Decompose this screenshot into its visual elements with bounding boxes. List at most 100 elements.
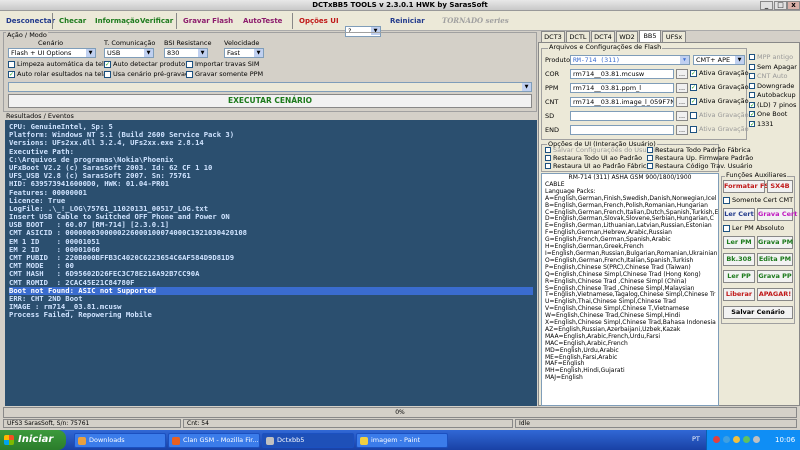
log-line: Boot not Found: ASIC not Supported xyxy=(9,286,533,295)
checkbox-box xyxy=(723,224,730,232)
cenario-select[interactable]: Flash + UI Options ▼ xyxy=(8,48,96,58)
ativa-gravacao-checkbox[interactable]: Ativa Gravação xyxy=(690,125,749,134)
liberar-button[interactable]: Liberar xyxy=(723,288,755,301)
file-path-input[interactable] xyxy=(570,125,674,135)
tab-ufsx[interactable]: UFSx xyxy=(662,31,686,42)
browse-button[interactable]: ... xyxy=(676,111,688,121)
option-checkbox[interactable]: MPP antigo xyxy=(749,53,793,62)
arquivos-title: Arquivos e Configurações de Flash xyxy=(548,43,663,51)
option-checkbox[interactable]: Downgrade xyxy=(749,82,794,91)
tab-wd2[interactable]: WD2 xyxy=(616,31,638,42)
task-paint[interactable]: imagem - Paint xyxy=(356,433,448,448)
acao-modo-title: Ação / Modo xyxy=(6,31,48,39)
browse-button[interactable]: ... xyxy=(676,125,688,135)
opcoes-ui-button[interactable]: Opções UI xyxy=(297,14,341,28)
chevron-down-icon: ▼ xyxy=(86,49,95,57)
option-label: Autobackup xyxy=(757,91,796,99)
velocidade-label: Velocidade xyxy=(224,39,260,47)
maximize-icon[interactable]: □ xyxy=(774,1,787,10)
cmt-select[interactable]: CMT+ APE ▼ xyxy=(693,55,745,65)
executar-cenario-button[interactable]: EXECUTAR CENÁRIO xyxy=(8,94,532,108)
usa-cenario-checkbox[interactable]: Usa cenário pré-gravado xyxy=(104,70,193,79)
produto-select[interactable]: RM-714 (311) ▼ xyxy=(570,55,690,65)
browse-button[interactable]: ... xyxy=(676,97,688,107)
ler-pp-button[interactable]: Ler PP xyxy=(723,270,755,283)
informacao-button[interactable]: Informação xyxy=(93,14,142,28)
ui-option-checkbox[interactable]: Restaura UI ao Padrão Fábrica xyxy=(545,162,650,170)
file-path-input[interactable]: rm714__03.81.image_l_059F7N2 xyxy=(570,97,674,107)
bk308-button[interactable]: Bk.308 xyxy=(723,253,755,266)
ativa-gravacao-checkbox[interactable]: Ativa Gravação xyxy=(690,111,749,120)
task-downloads[interactable]: Downloads xyxy=(74,433,166,448)
formatar-fs-button[interactable]: Formatar FS xyxy=(723,180,769,193)
bsi-select[interactable]: 830 ▼ xyxy=(164,48,208,58)
file-path-input[interactable]: rm714__03.81.ppm_l xyxy=(570,83,674,93)
browse-button[interactable]: ... xyxy=(676,69,688,79)
ui-option-checkbox[interactable]: Restaura Up. Firmware Padrão xyxy=(647,154,753,162)
tab-dct3[interactable]: DCT3 xyxy=(541,31,565,42)
option-checkbox[interactable]: ✓ 1331 xyxy=(749,120,774,129)
ui-option-checkbox[interactable]: Restaura Todo UI ao Padrão xyxy=(545,154,642,162)
desconectar-button[interactable]: Desconectar xyxy=(4,14,57,28)
ui-option-checkbox[interactable]: Salvar Configurações do Usuário xyxy=(545,146,659,154)
ler-pm-absoluto-checkbox[interactable]: Ler PM Absoluto xyxy=(723,224,784,233)
ui-option-checkbox[interactable]: Restaura Todo Padrão Fábrica xyxy=(647,146,751,154)
start-button[interactable]: Iniciar xyxy=(0,430,66,450)
tab-bb5[interactable]: BB5 xyxy=(639,30,661,42)
file-path-input[interactable] xyxy=(570,111,674,121)
gravar-ppm-checkbox[interactable]: Gravar somente PPM xyxy=(186,70,263,79)
tcom-select[interactable]: USB ▼ xyxy=(104,48,154,58)
ativa-gravacao-label: Ativa Gravação xyxy=(699,111,749,119)
language-indicator[interactable]: PT xyxy=(692,435,700,443)
ler-pm-button[interactable]: Ler PM xyxy=(723,236,755,249)
checar-button[interactable]: Checar xyxy=(57,14,88,28)
tray-icon[interactable] xyxy=(713,436,720,443)
tab-dctl[interactable]: DCTL xyxy=(566,31,590,42)
start-label: Iniciar xyxy=(18,434,54,445)
option-checkbox[interactable]: ✓ One Boot xyxy=(749,110,787,119)
ativa-gravacao-checkbox[interactable]: ✓ Ativa Gravação xyxy=(690,97,749,106)
importar-travas-checkbox[interactable]: Importar travas SIM xyxy=(186,60,259,69)
browse-button[interactable]: ... xyxy=(676,83,688,93)
extra-select[interactable]: ▼ xyxy=(8,82,532,92)
limpeza-automatica-checkbox[interactable]: Limpeza automática da tela xyxy=(8,60,108,69)
autoteste-button[interactable]: AutoTeste xyxy=(241,14,284,28)
tray-icon[interactable] xyxy=(743,436,750,443)
minimize-icon[interactable]: _ xyxy=(760,1,773,10)
somente-cert-checkbox[interactable]: Somente Cert CMT xyxy=(723,196,793,205)
option-checkbox[interactable]: CNT Auto xyxy=(749,72,788,81)
option-checkbox[interactable]: Autobackup xyxy=(749,91,796,100)
gravar-flash-button[interactable]: Gravar Flash xyxy=(181,14,235,28)
grava-pp-button[interactable]: Grava PP xyxy=(757,270,793,283)
velocidade-select[interactable]: Fast ▼ xyxy=(224,48,264,58)
edita-pm-button[interactable]: Edita PM xyxy=(757,253,793,266)
ativa-gravacao-checkbox[interactable]: ✓ Ativa Gravação xyxy=(690,69,749,78)
ui-option-checkbox[interactable]: Restaura Código Trav. Usuário xyxy=(647,162,752,170)
file-path-input[interactable]: rm714__03.81.mcusw xyxy=(570,69,674,79)
tray-icon[interactable] xyxy=(733,436,740,443)
task-firefox[interactable]: Clan GSM - Mozilla Fir... xyxy=(168,433,260,448)
sx4b-button[interactable]: SX4B xyxy=(767,180,793,193)
clock: 10:06 xyxy=(775,436,796,444)
tab-dct4[interactable]: DCT4 xyxy=(591,31,615,42)
ler-cert-button[interactable]: Ler Cert xyxy=(723,208,755,221)
salvar-cenario-button[interactable]: Salvar Cenário xyxy=(723,306,793,319)
apagar-button[interactable]: APAGAR! xyxy=(757,288,793,301)
auto-rolar-checkbox[interactable]: ✓ Auto rolar esultados na tela xyxy=(8,70,107,79)
grava-cert-button[interactable]: Grava Cert xyxy=(757,208,797,221)
task-dctxbb5[interactable]: Dctxbb5 xyxy=(262,433,354,448)
auto-detectar-checkbox[interactable]: ✓ Auto detectar produto xyxy=(104,60,185,69)
option-label: Sem Apagar xyxy=(757,62,797,71)
velocidade-select-value: Fast xyxy=(227,49,241,57)
volume-icon[interactable] xyxy=(753,436,760,443)
verificar-button[interactable]: Verificar xyxy=(138,14,175,28)
option-checkbox[interactable]: Sem Apagar xyxy=(749,63,797,72)
grava-pm-button[interactable]: Grava PM xyxy=(757,236,793,249)
tray-icon[interactable] xyxy=(723,436,730,443)
ui-option-label: Restaura UI ao Padrão Fábrica xyxy=(553,162,651,170)
close-icon[interactable]: x xyxy=(787,1,800,10)
option-checkbox[interactable]: ✓ (LD) 7 pinos xyxy=(749,101,796,110)
ativa-gravacao-checkbox[interactable]: ✓ Ativa Gravação xyxy=(690,83,749,92)
reiniciar-button[interactable]: Reiniciar xyxy=(388,14,427,28)
checkmark-icon: ✓ xyxy=(690,83,697,91)
